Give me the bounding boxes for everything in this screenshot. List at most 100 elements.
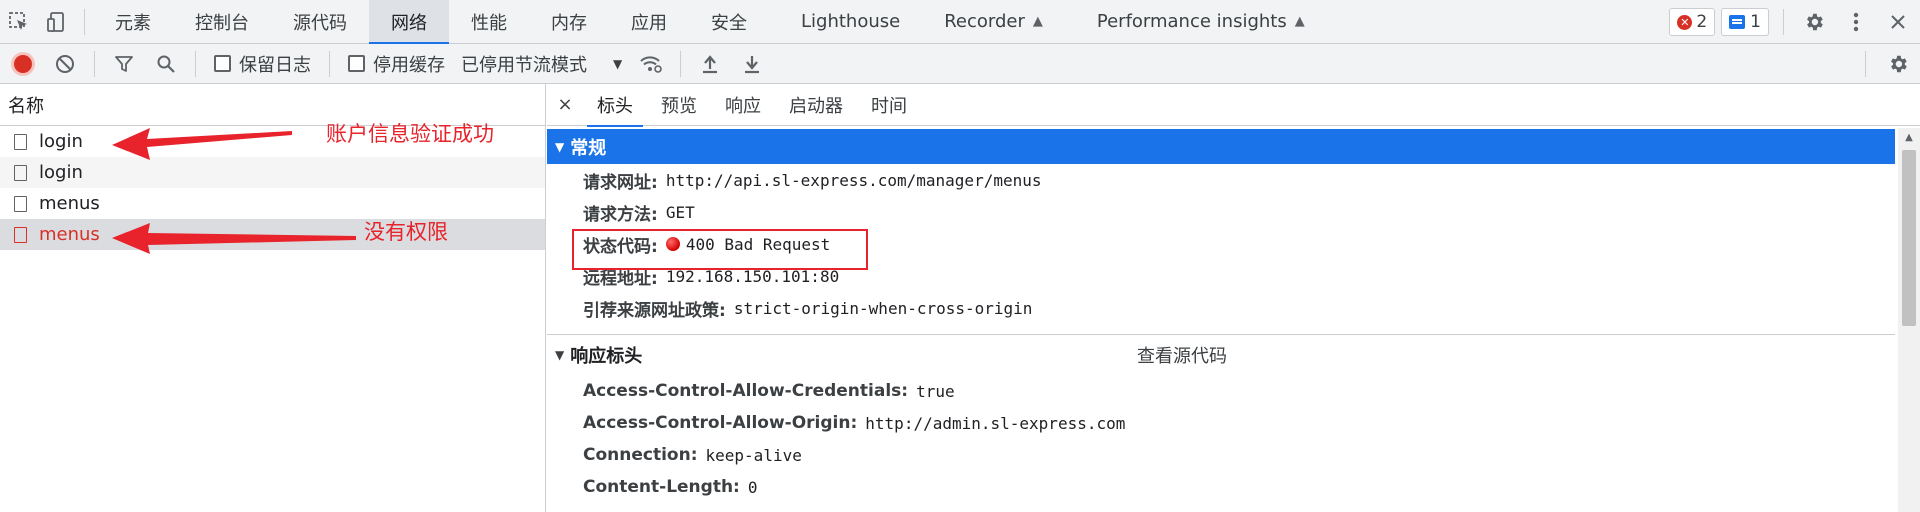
general-section-header[interactable]: ▼ 常规 <box>547 129 1895 164</box>
request-row-selected[interactable]: menus <box>0 219 545 250</box>
view-source-link[interactable]: 查看源代码 <box>1137 342 1227 368</box>
export-har-button[interactable] <box>731 44 773 84</box>
checkbox-box[interactable] <box>214 55 231 72</box>
header-key: Connection: <box>583 445 698 465</box>
tab-sources[interactable]: 源代码 <box>271 0 369 44</box>
tab-label: 标头 <box>597 95 633 117</box>
disable-cache-checkbox[interactable]: 停用缓存 <box>348 51 445 77</box>
gear-icon <box>1891 55 1907 72</box>
tab-label: 预览 <box>661 95 697 117</box>
tab-label: Recorder <box>944 11 1025 32</box>
tab-headers[interactable]: 标头 <box>583 84 647 127</box>
filter-button[interactable] <box>103 44 145 84</box>
search-icon <box>157 55 175 73</box>
header-value: http://api.sl-express.com/manager/menus <box>665 170 1042 190</box>
tab-label: 性能 <box>471 12 507 34</box>
tab-memory[interactable]: 内存 <box>529 0 609 44</box>
tab-lighthouse[interactable]: Lighthouse <box>779 0 922 44</box>
details-scrollbar[interactable]: ▲ <box>1898 128 1920 512</box>
tab-elements[interactable]: 元素 <box>93 0 173 44</box>
tab-label: 源代码 <box>293 12 347 34</box>
close-details-icon[interactable]: × <box>547 94 583 115</box>
tab-label: 响应 <box>725 95 761 117</box>
throttling-select[interactable]: 已停用节流模式 ▼ <box>461 51 622 77</box>
header-key: 请求方法: <box>583 204 658 225</box>
request-name: menus <box>39 224 100 245</box>
message-count: 1 <box>1750 12 1761 32</box>
header-value: keep-alive <box>705 445 802 465</box>
network-settings-button[interactable] <box>1876 44 1920 84</box>
header-value: true <box>916 381 955 401</box>
request-row[interactable]: menus <box>0 188 545 219</box>
close-devtools-icon[interactable] <box>1876 0 1920 44</box>
scroll-up-arrow-icon[interactable]: ▲ <box>1898 128 1920 146</box>
scrollbar-thumb[interactable] <box>1902 150 1916 326</box>
clear-button[interactable] <box>44 44 86 84</box>
filter-icon <box>115 55 133 72</box>
section-title: 响应标头 <box>570 346 643 367</box>
tab-network[interactable]: 网络 <box>369 0 449 45</box>
annotation-login-note: 账户信息验证成功 <box>326 122 494 146</box>
experiment-flask-icon: ▲ <box>1294 14 1305 29</box>
tab-label: 应用 <box>631 12 667 34</box>
checkbox-box[interactable] <box>348 55 365 72</box>
request-name: menus <box>39 193 100 214</box>
tab-label: 内存 <box>551 12 587 34</box>
tab-label: 时间 <box>871 95 907 117</box>
header-key: Content-Length: <box>583 477 740 497</box>
header-value: 0 <box>747 477 758 497</box>
device-toolbar-icon[interactable] <box>38 0 76 44</box>
network-toolbar: 保留日志 停用缓存 已停用节流模式 ▼ <box>0 44 1920 84</box>
separator <box>1783 9 1784 35</box>
message-count-badge[interactable]: 1 <box>1721 8 1769 36</box>
separator <box>84 8 85 35</box>
request-row[interactable]: login <box>0 157 545 188</box>
tab-security[interactable]: 安全 <box>689 0 769 44</box>
search-button[interactable] <box>145 44 187 84</box>
tab-console[interactable]: 控制台 <box>173 0 271 44</box>
tab-performance[interactable]: 性能 <box>449 0 529 44</box>
chevron-down-icon: ▼ <box>613 56 623 71</box>
response-header-row: Access-Control-Allow-Credentials: true <box>547 375 1920 407</box>
error-count-badge[interactable]: ✕ 2 <box>1669 8 1716 36</box>
header-value: GET <box>665 202 695 222</box>
header-key: 引荐来源网址政策: <box>583 300 726 321</box>
response-headers-section-header[interactable]: ▼ 响应标头 查看源代码 <box>547 335 1895 375</box>
details-tab-bar: × 标头 预览 响应 启动器 时间 <box>547 84 1920 127</box>
response-header-row: Connection: keep-alive <box>547 439 1920 471</box>
tab-label: 控制台 <box>195 12 249 34</box>
response-header-row: Content-Length: 0 <box>547 471 1920 503</box>
error-icon: ✕ <box>1677 14 1693 30</box>
tab-timing[interactable]: 时间 <box>857 84 921 126</box>
tab-recorder[interactable]: Recorder ▲ <box>922 0 1065 44</box>
tab-performance-insights[interactable]: Performance insights ▲ <box>1075 0 1327 44</box>
preserve-log-checkbox[interactable]: 保留日志 <box>214 51 311 77</box>
header-key: 请求网址: <box>583 172 658 193</box>
settings-gear-icon[interactable] <box>1792 0 1836 44</box>
network-conditions-button[interactable] <box>630 44 672 84</box>
error-count: 2 <box>1696 12 1708 32</box>
tab-label: Performance insights <box>1096 11 1287 32</box>
import-har-button[interactable] <box>689 44 731 84</box>
tab-label: Lighthouse <box>801 11 901 32</box>
section-title: 常规 <box>570 137 607 159</box>
document-icon <box>14 164 27 181</box>
download-icon <box>745 55 760 73</box>
inspect-element-icon[interactable] <box>0 0 38 44</box>
tab-application[interactable]: 应用 <box>609 0 689 44</box>
devtools-tab-bar: 元素 控制台 源代码 网络 性能 内存 应用 安全 Lighthouse Rec… <box>0 0 1920 45</box>
record-button[interactable] <box>2 44 44 84</box>
separator <box>94 50 95 77</box>
request-url-row: 请求网址: http://api.sl-express.com/manager/… <box>547 164 1920 196</box>
header-key: Access-Control-Allow-Origin: <box>583 413 858 433</box>
triangle-down-icon: ▼ <box>555 348 565 362</box>
request-details-panel: × 标头 预览 响应 启动器 时间 ▼ 常规 请求网址: http://api.… <box>547 84 1920 512</box>
tab-preview[interactable]: 预览 <box>647 84 711 126</box>
tab-initiator[interactable]: 启动器 <box>775 84 857 126</box>
more-options-icon[interactable] <box>1836 0 1876 44</box>
separator <box>329 50 330 77</box>
document-icon <box>14 226 27 243</box>
tab-response[interactable]: 响应 <box>711 84 775 126</box>
status-code-highlight <box>572 229 868 270</box>
tab-bar-right: ✕ 2 1 <box>1669 0 1920 44</box>
